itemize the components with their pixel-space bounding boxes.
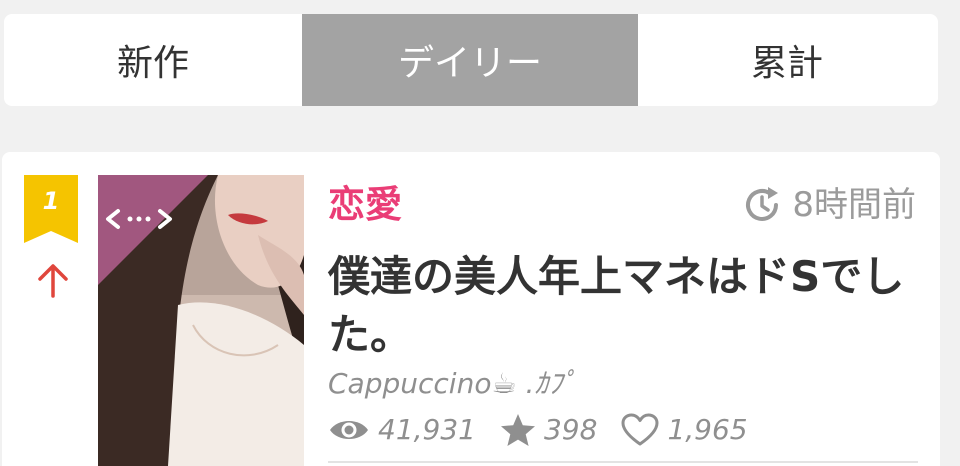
stars-stat: 398 xyxy=(500,408,597,452)
ranking-tabs: 新作 デイリー 累計 xyxy=(4,14,938,106)
author-name[interactable]: Cappuccino☕ .ｶﾌﾟ xyxy=(328,362,576,406)
clock-refresh-icon xyxy=(746,187,779,221)
likes-count: 1,965 xyxy=(667,413,748,446)
horizontal-scroll-icon xyxy=(98,175,208,285)
rank-number: 1 xyxy=(42,187,60,215)
views-stat: 41,931 xyxy=(328,408,476,452)
heart-icon xyxy=(621,413,659,446)
tab-daily[interactable]: デイリー xyxy=(302,14,638,106)
tab-new[interactable]: 新作 xyxy=(4,14,302,106)
arrow-up-icon xyxy=(38,264,68,298)
time-ago-text: 8時間前 xyxy=(792,185,916,225)
story-stats: 41,931 398 1,965 xyxy=(328,408,772,452)
views-count: 41,931 xyxy=(378,413,476,446)
updated-time: 8時間前 xyxy=(742,180,916,230)
likes-stat: 1,965 xyxy=(621,408,748,452)
genre-label[interactable]: 恋愛 xyxy=(328,180,402,230)
story-thumbnail[interactable] xyxy=(98,175,304,466)
story-title[interactable]: 僕達の美人年上マネはドSでした。 xyxy=(328,248,918,364)
rank-badge: 1 xyxy=(24,175,78,245)
stars-count: 398 xyxy=(543,413,598,446)
tab-total[interactable]: 累計 xyxy=(638,14,936,106)
card-divider xyxy=(328,461,918,463)
eye-icon xyxy=(330,421,368,439)
star-icon xyxy=(500,414,535,446)
